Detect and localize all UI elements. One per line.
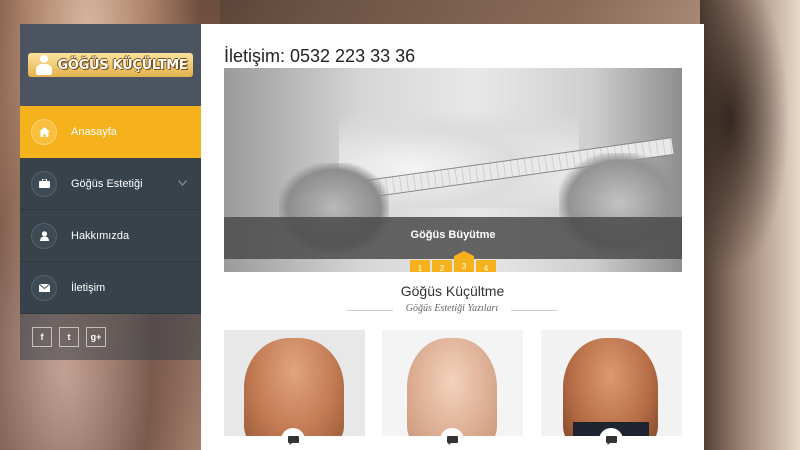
background-shadow (700, 0, 800, 300)
contact-phone: İletişim: 0532 223 33 36 (224, 46, 416, 66)
article-card[interactable] (224, 330, 365, 436)
comment-icon[interactable] (599, 428, 623, 450)
article-card[interactable] (541, 330, 682, 436)
facebook-icon[interactable]: f (32, 327, 52, 347)
home-icon (31, 118, 57, 145)
section-title: Göğüs Küçültme (400, 283, 505, 299)
sidebar-item-label: Hakkımızda (71, 229, 130, 242)
site-logo[interactable]: GÖĞÜS KÜÇÜLTME (20, 24, 201, 106)
user-icon (31, 222, 57, 249)
main-content: İletişim: 0532 223 33 36 Göğüs Büyütme 1… (201, 24, 704, 450)
sidebar-item-anasayfa[interactable]: Anasayfa (20, 106, 208, 158)
slide-caption[interactable]: Göğüs Büyütme (224, 217, 682, 259)
person-icon (34, 55, 54, 75)
envelope-icon (31, 274, 57, 301)
image-slider[interactable]: Göğüs Büyütme 1 2 3 4 (224, 68, 682, 272)
article-card[interactable] (382, 330, 523, 436)
twitter-icon[interactable]: t (59, 327, 79, 347)
sidebar-item-label: İletişim (71, 281, 106, 294)
chevron-down-icon[interactable] (178, 178, 187, 189)
slider-page-4[interactable]: 4 (476, 260, 496, 272)
logo-badge: GÖĞÜS KÜÇÜLTME (27, 53, 194, 77)
sidebar: GÖĞÜS KÜÇÜLTME Anasayfa Göğüs Estetiği H… (20, 24, 208, 360)
sidebar-item-label: Göğüs Estetiği (71, 177, 143, 190)
slider-page-3[interactable]: 3 (454, 251, 474, 272)
briefcase-icon (31, 170, 57, 197)
logo-text: GÖĞÜS KÜÇÜLTME (57, 57, 188, 73)
social-links: f t g+ (20, 314, 201, 360)
sidebar-item-hakkimizda[interactable]: Hakkımızda (20, 210, 201, 262)
sidebar-item-iletisim[interactable]: İletişim (20, 262, 201, 314)
sidebar-item-label: Anasayfa (71, 125, 117, 138)
slider-page-2[interactable]: 2 (432, 260, 452, 272)
comment-icon[interactable] (281, 428, 305, 450)
article-image (541, 330, 682, 436)
googleplus-icon[interactable]: g+ (86, 327, 106, 347)
article-image (224, 330, 365, 436)
article-image (382, 330, 523, 436)
section-subtitle: Göğüs Estetiği Yazıları (347, 303, 557, 314)
comment-icon[interactable] (440, 428, 464, 450)
slider-pager: 1 2 3 4 (410, 251, 496, 272)
sidebar-item-gogus-estetigi[interactable]: Göğüs Estetiği (20, 158, 201, 210)
slider-page-1[interactable]: 1 (410, 260, 430, 272)
